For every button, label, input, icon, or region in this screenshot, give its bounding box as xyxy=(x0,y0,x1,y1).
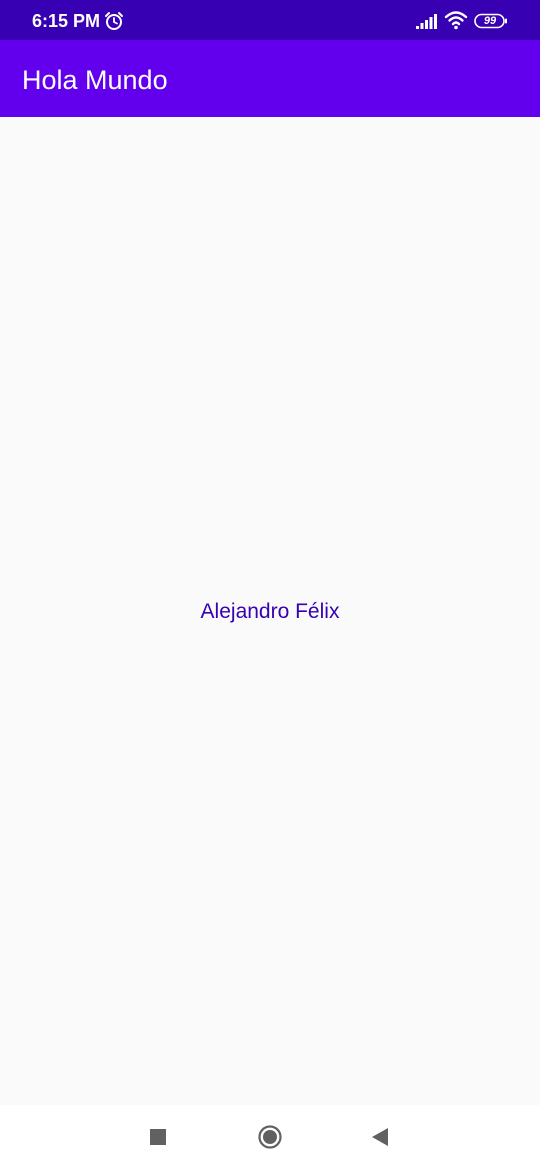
home-icon xyxy=(258,1125,282,1149)
wifi-icon xyxy=(444,11,468,30)
home-button[interactable] xyxy=(240,1105,300,1170)
app-bar: Hola Mundo xyxy=(0,40,540,117)
battery-level: 99 xyxy=(483,15,497,27)
status-time: 6:15 PM xyxy=(32,11,101,31)
recents-icon xyxy=(150,1129,166,1145)
signal-icon xyxy=(416,14,437,29)
alarm-icon xyxy=(105,12,123,30)
name-label: Alejandro Félix xyxy=(200,600,340,623)
back-icon xyxy=(372,1128,388,1146)
back-button[interactable] xyxy=(350,1105,410,1170)
navigation-bar xyxy=(0,1105,540,1170)
status-bar: 6:15 PM 99 xyxy=(0,0,540,40)
main-content: Alejandro Félix xyxy=(0,117,540,1105)
app-title: Hola Mundo xyxy=(22,65,168,95)
recents-button[interactable] xyxy=(128,1105,188,1170)
